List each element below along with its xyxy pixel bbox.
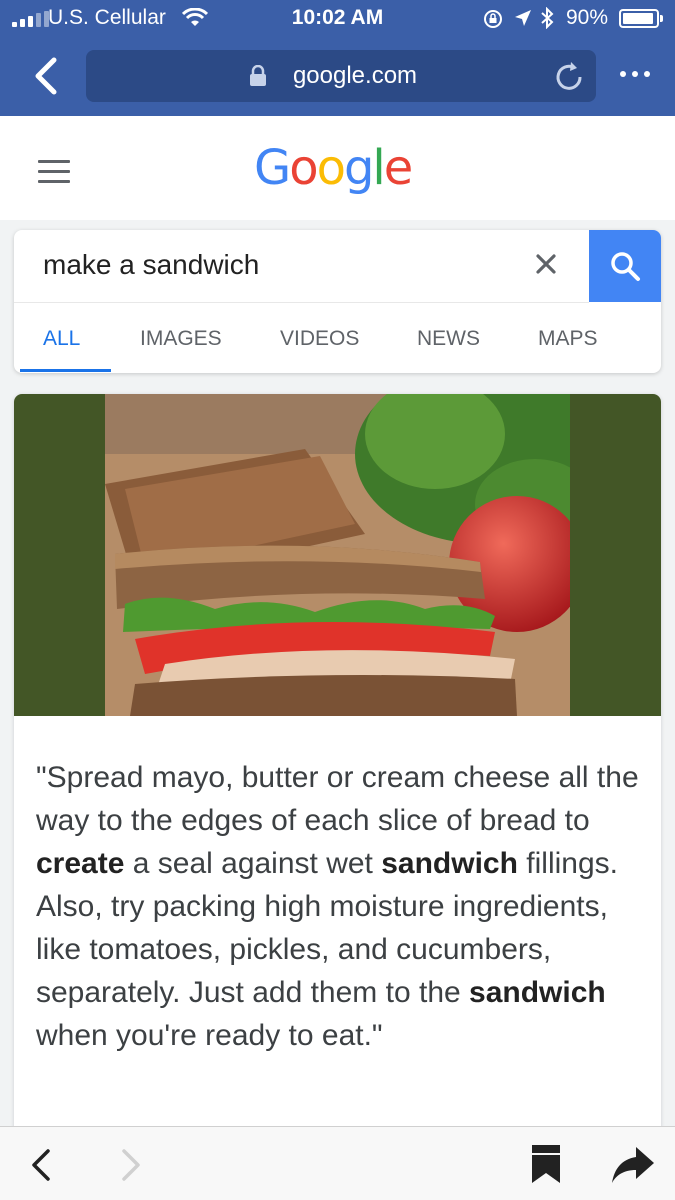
safari-toolbar bbox=[0, 1126, 675, 1200]
browser-back-button[interactable] bbox=[28, 56, 64, 96]
logo-letter: e bbox=[383, 140, 413, 196]
snippet-highlight: sandwich bbox=[381, 847, 518, 880]
sandwich-image bbox=[105, 394, 570, 716]
tab-images[interactable]: IMAGES bbox=[140, 327, 222, 351]
browser-top-chrome: U.S. Cellular 10:02 AM 90% google.com bbox=[0, 0, 675, 116]
url-field[interactable]: google.com bbox=[86, 50, 596, 102]
snippet-run: a seal against wet bbox=[124, 847, 382, 880]
tab-videos[interactable]: VIDEOS bbox=[280, 327, 359, 351]
logo-letter: g bbox=[343, 140, 375, 196]
bluetooth-icon bbox=[541, 7, 554, 29]
search-input[interactable] bbox=[43, 248, 523, 282]
tab-news[interactable]: NEWS bbox=[417, 327, 480, 351]
forward-arrow-icon bbox=[122, 1149, 140, 1181]
share-arrow-icon[interactable] bbox=[610, 1143, 656, 1185]
sandwich-illustration bbox=[105, 394, 570, 716]
logo-letter: o bbox=[316, 140, 346, 196]
search-tabs: ALL IMAGES VIDEOS NEWS MAPS bbox=[14, 303, 661, 373]
location-arrow-icon bbox=[515, 10, 531, 26]
tab-all[interactable]: ALL bbox=[43, 327, 80, 351]
snippet-highlight: create bbox=[36, 847, 125, 880]
google-logo[interactable]: Google bbox=[254, 140, 413, 196]
search-card: ALL IMAGES VIDEOS NEWS MAPS bbox=[14, 230, 661, 373]
search-button[interactable] bbox=[589, 230, 661, 302]
back-arrow-icon[interactable] bbox=[26, 1145, 54, 1185]
url-text: google.com bbox=[292, 62, 418, 89]
battery-percent: 90% bbox=[566, 6, 609, 29]
tab-maps[interactable]: MAPS bbox=[538, 327, 598, 351]
featured-snippet-card: "Spread mayo, butter or cream cheese all… bbox=[14, 394, 661, 1134]
logo-letter: l bbox=[372, 140, 385, 196]
bookmarks-icon[interactable] bbox=[530, 1143, 562, 1185]
clear-search-icon[interactable] bbox=[532, 250, 560, 278]
google-header: Google bbox=[0, 116, 675, 220]
rotation-lock-icon bbox=[484, 10, 502, 28]
sandwich-photo[interactable] bbox=[14, 394, 661, 716]
search-icon bbox=[611, 252, 640, 281]
snippet-run: "Spread mayo, butter or cream cheese all… bbox=[36, 761, 639, 837]
snippet-text: "Spread mayo, butter or cream cheese all… bbox=[36, 756, 646, 1057]
logo-letter: G bbox=[254, 140, 291, 196]
reload-icon[interactable] bbox=[552, 60, 586, 94]
hamburger-menu-icon[interactable] bbox=[38, 160, 70, 184]
battery-icon bbox=[619, 9, 663, 28]
snippet-highlight: sandwich bbox=[469, 976, 606, 1009]
logo-letter: o bbox=[289, 140, 318, 196]
snippet-run: when you're ready to eat." bbox=[36, 1019, 383, 1052]
status-bar: U.S. Cellular 10:02 AM 90% bbox=[0, 0, 675, 38]
more-options-button[interactable] bbox=[620, 66, 656, 82]
active-tab-indicator bbox=[20, 369, 111, 372]
